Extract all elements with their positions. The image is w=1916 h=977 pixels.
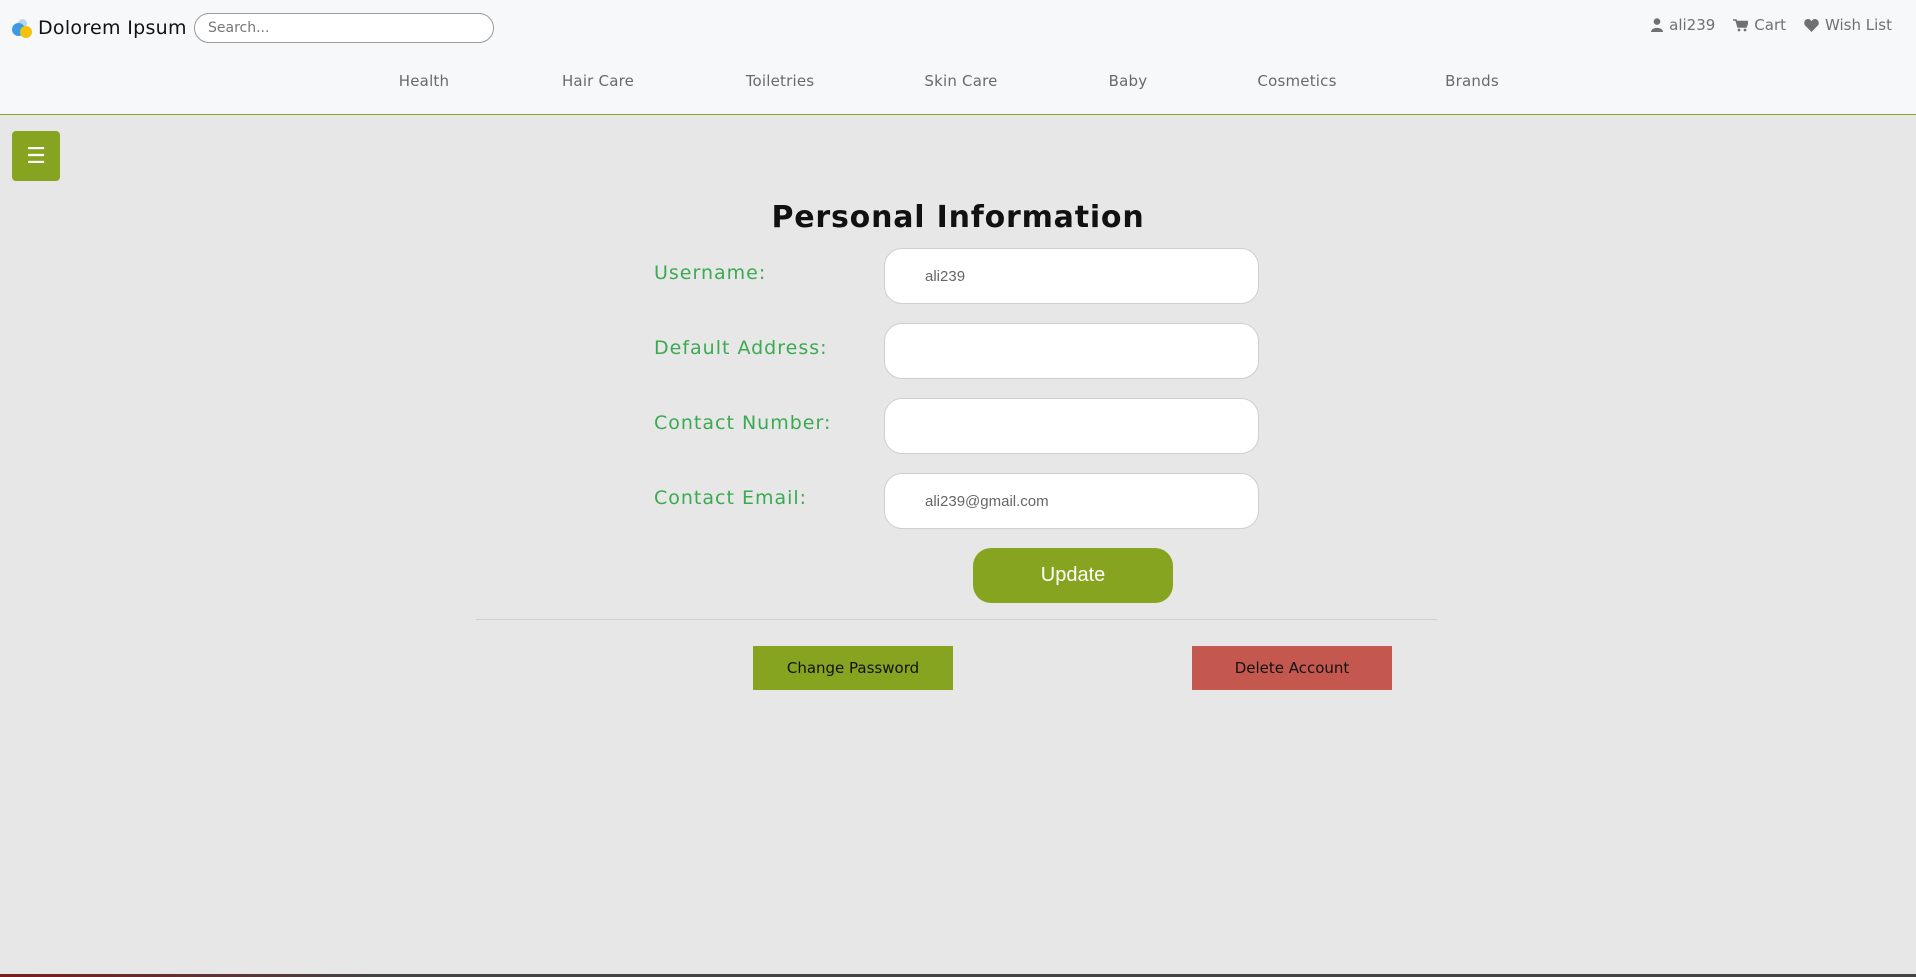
username-row: Username: bbox=[0, 248, 1916, 304]
contact-number-field[interactable] bbox=[884, 398, 1259, 454]
contact-email-label: Contact Email: bbox=[654, 487, 808, 509]
update-button[interactable]: Update bbox=[973, 548, 1173, 603]
account-link[interactable]: ali239 bbox=[1651, 16, 1715, 34]
menu-toggle-button[interactable]: ☰ bbox=[12, 131, 60, 181]
user-icon bbox=[1651, 18, 1664, 32]
nav-item-baby[interactable]: Baby bbox=[1109, 72, 1148, 90]
wish-list-label[interactable]: Wish List bbox=[1825, 16, 1892, 34]
cart-label[interactable]: Cart bbox=[1754, 16, 1786, 34]
nav-item-hair-care[interactable]: Hair Care bbox=[562, 72, 634, 90]
contact-number-label: Contact Number: bbox=[654, 412, 832, 434]
contact-email-row: Contact Email: bbox=[0, 473, 1916, 529]
contact-number-row: Contact Number: bbox=[0, 398, 1916, 454]
top-header: Dolorem Ipsum ali239 Cart Wish List bbox=[0, 0, 1916, 115]
nav-item-skin-care[interactable]: Skin Care bbox=[924, 72, 997, 90]
search-input[interactable] bbox=[194, 13, 494, 43]
username-field[interactable] bbox=[884, 248, 1259, 304]
delete-account-button[interactable]: Delete Account bbox=[1192, 646, 1392, 690]
cart-link[interactable]: Cart bbox=[1733, 16, 1786, 34]
nav-item-health[interactable]: Health bbox=[399, 72, 449, 90]
divider bbox=[476, 619, 1437, 620]
account-label[interactable]: ali239 bbox=[1669, 16, 1715, 34]
nav-item-brands[interactable]: Brands bbox=[1445, 72, 1499, 90]
brand[interactable]: Dolorem Ipsum bbox=[12, 14, 187, 42]
address-field[interactable] bbox=[884, 323, 1259, 379]
user-links: ali239 Cart Wish List bbox=[1651, 16, 1892, 34]
cart-icon bbox=[1733, 18, 1749, 31]
nav-item-toiletries[interactable]: Toiletries bbox=[746, 72, 815, 90]
page-title: Personal Information bbox=[771, 200, 1145, 235]
change-password-button[interactable]: Change Password bbox=[753, 646, 953, 690]
username-label: Username: bbox=[654, 262, 767, 284]
category-nav: Health Hair Care Toiletries Skin Care Ba… bbox=[0, 72, 1916, 96]
brand-name[interactable]: Dolorem Ipsum bbox=[38, 17, 187, 39]
brand-logo-icon bbox=[12, 17, 34, 39]
address-label: Default Address: bbox=[654, 337, 828, 359]
wish-list-link[interactable]: Wish List bbox=[1804, 16, 1892, 34]
address-row: Default Address: bbox=[0, 323, 1916, 379]
nav-item-cosmetics[interactable]: Cosmetics bbox=[1257, 72, 1336, 90]
hamburger-icon: ☰ bbox=[26, 143, 46, 169]
contact-email-field[interactable] bbox=[884, 473, 1259, 529]
heart-icon bbox=[1804, 18, 1819, 32]
